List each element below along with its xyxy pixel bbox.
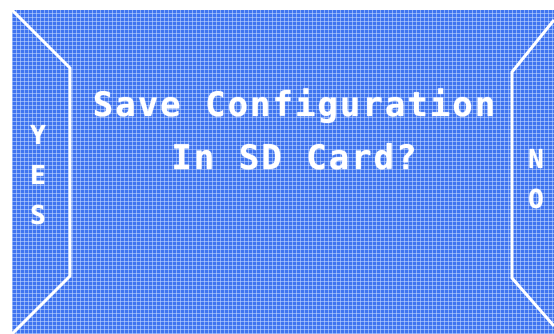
yes-letter-e: E — [30, 161, 46, 191]
yes-button[interactable]: Y E S — [12, 10, 74, 334]
dialog-title-line-2: In SD Card? — [171, 138, 419, 178]
no-button[interactable]: N O — [508, 10, 554, 334]
no-letter-n: N — [528, 145, 544, 175]
no-letter-o: O — [528, 185, 544, 215]
yes-letter-y: Y — [30, 121, 46, 151]
no-button-label: N O — [516, 140, 554, 220]
dialog-title-line-1: Save Configuration — [92, 85, 498, 125]
yes-button-label: Y E S — [18, 116, 58, 236]
lcd-screen: Y E S N O Save Configuration In SD Card? — [12, 10, 554, 334]
yes-letter-s: S — [30, 201, 46, 231]
